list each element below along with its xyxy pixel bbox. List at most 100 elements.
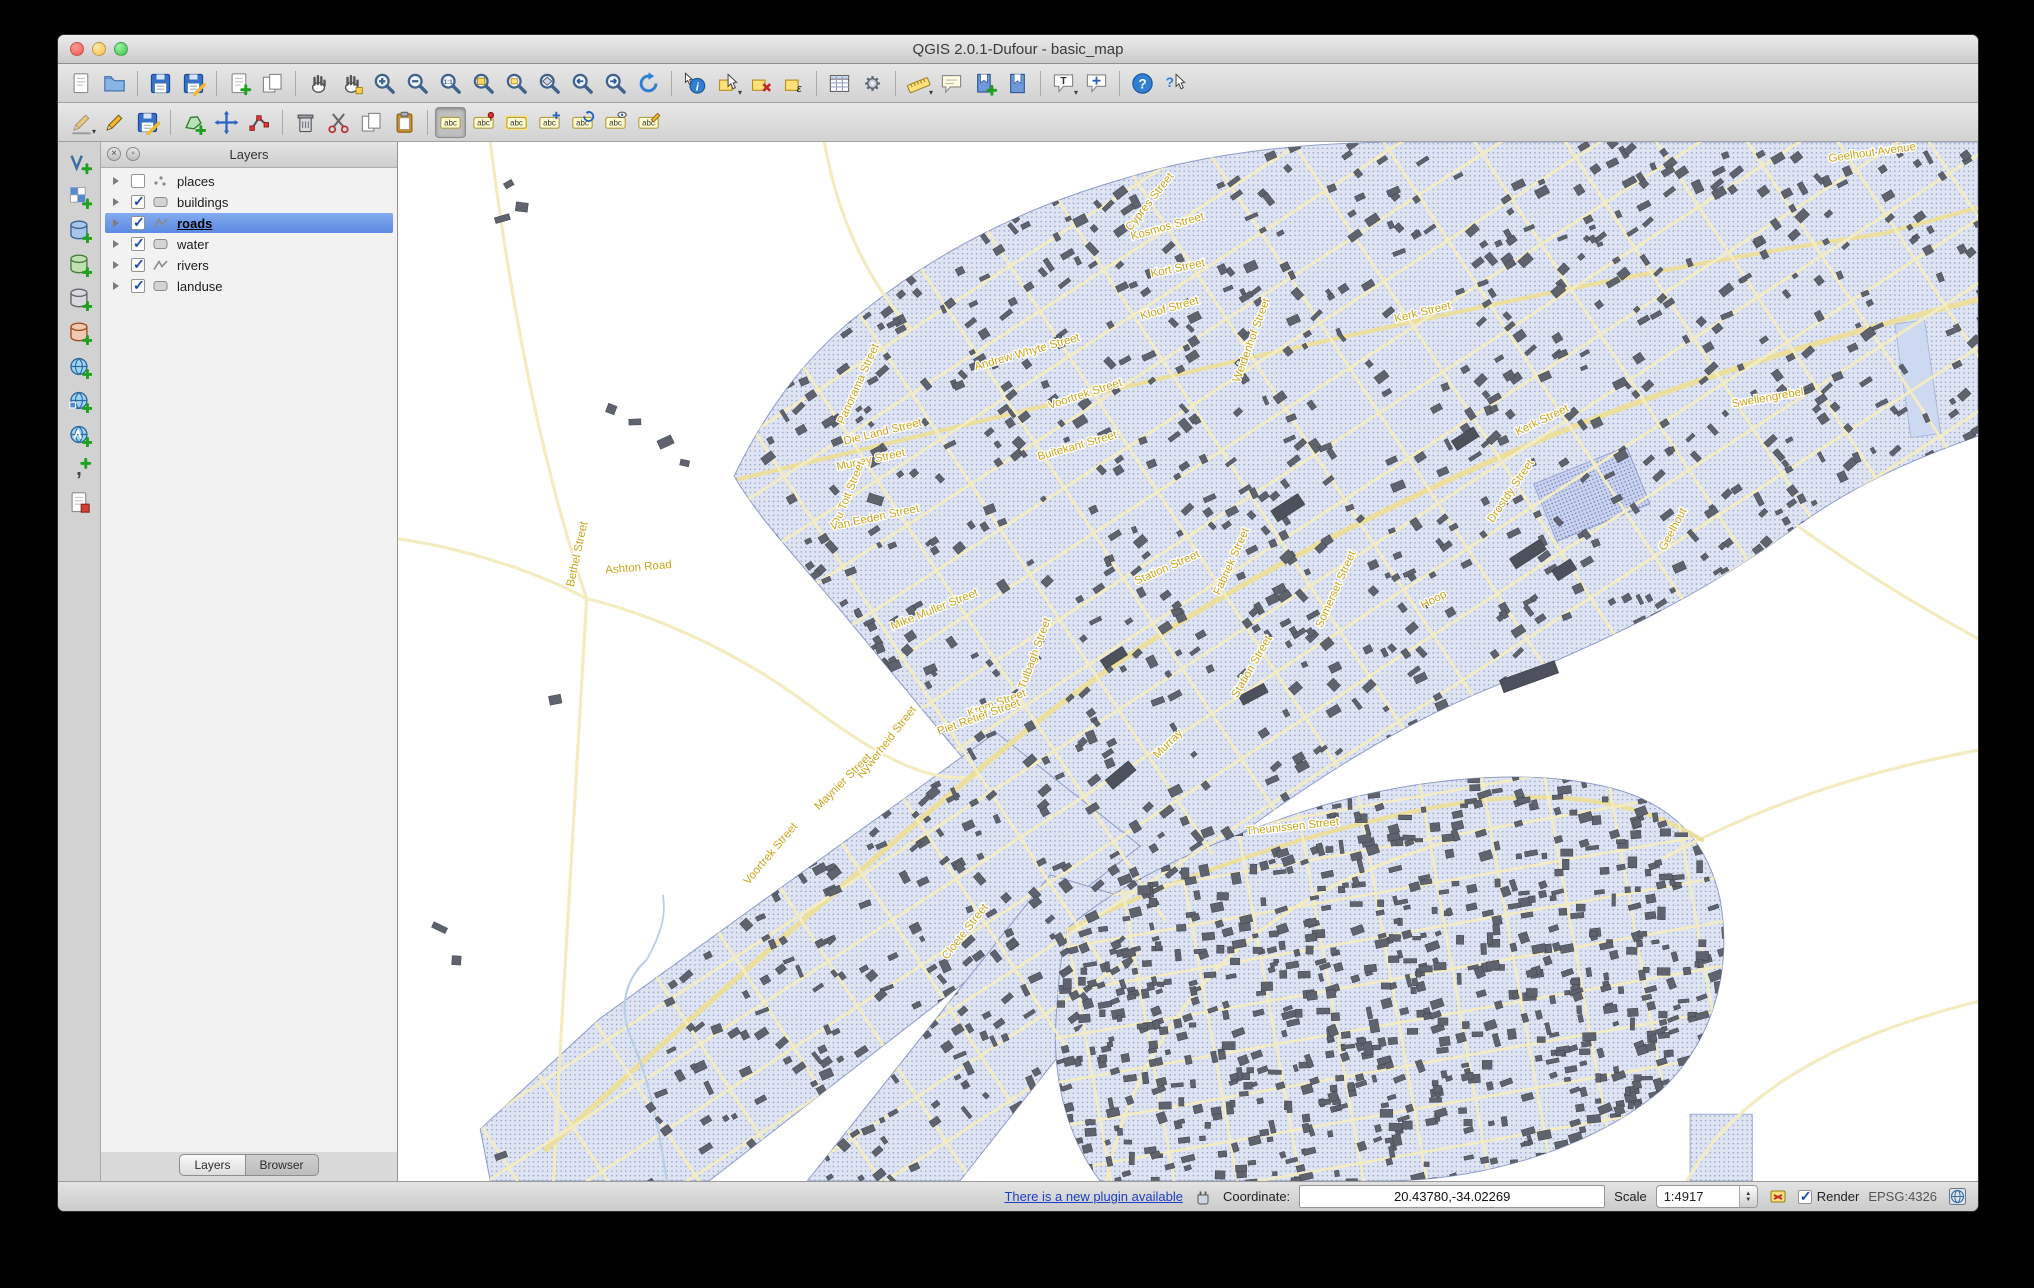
zoom-to-selection-button[interactable] [501,68,532,99]
desktop: { "window": { "title": "QGIS 2.0.1-Dufou… [0,0,2034,1288]
open-attribute-table-button[interactable] [824,68,855,99]
panel-close-button[interactable]: × [107,147,121,161]
save-project-button[interactable] [145,68,176,99]
new-shapefile-layer-button[interactable] [64,487,95,518]
map-canvas[interactable]: Geelhout AvenueCypres StreetKosmos Stree… [398,142,1978,1181]
identify-features-button[interactable]: i [679,68,710,99]
scale-combo[interactable]: 1:4917 ▲▼ [1656,1185,1758,1208]
pan-to-selection-button[interactable] [336,68,367,99]
select-features-button[interactable]: ▾ [712,68,743,99]
panel-float-button[interactable]: ◦ [126,147,140,161]
delete-selected-button[interactable] [290,107,321,138]
add-feature-button[interactable] [178,107,209,138]
deselect-features-button[interactable] [745,68,776,99]
change-label-button[interactable]: abc [633,107,664,138]
expand-arrow-icon[interactable] [113,177,125,185]
zoom-next-button[interactable] [600,68,631,99]
close-window-button[interactable] [70,42,84,56]
cut-features-button[interactable] [323,107,354,138]
new-plugin-link[interactable]: There is a new plugin available [1004,1189,1183,1204]
measure-button[interactable]: ▾ [903,68,934,99]
render-checkbox[interactable] [1798,1190,1812,1204]
refresh-map-button[interactable] [633,68,664,99]
layer-item-places[interactable]: places [105,171,393,191]
layer-visibility-checkbox[interactable] [131,258,145,272]
add-spatialite-layer-button[interactable] [64,249,95,280]
labeling-options-button[interactable]: abc [435,107,466,138]
minimize-window-button[interactable] [92,42,106,56]
pan-map-button[interactable] [303,68,334,99]
layer-type-icon [151,278,171,294]
move-annotation-button[interactable] [1081,68,1112,99]
titlebar[interactable]: QGIS 2.0.1-Dufour - basic_map [58,35,1978,64]
show-hide-labels-button[interactable]: abc [600,107,631,138]
zoom-in-button[interactable] [369,68,400,99]
highlight-pinned-labels-button[interactable]: abc [501,107,532,138]
layer-item-water[interactable]: water [105,234,393,254]
save-layer-edits-button[interactable] [132,107,163,138]
new-project-button[interactable] [66,68,97,99]
text-annotation-button[interactable]: T▾ [1048,68,1079,99]
move-label-button[interactable]: abc [534,107,565,138]
layer-item-landuse[interactable]: landuse [105,276,393,296]
zoom-window-button[interactable] [114,42,128,56]
layer-item-rivers[interactable]: rivers [105,255,393,275]
run-feature-action-button[interactable] [857,68,888,99]
expand-arrow-icon[interactable] [113,261,125,269]
select-by-expression-button[interactable]: ε [778,68,809,99]
show-bookmarks-button[interactable] [1002,68,1033,99]
message-log-icon[interactable] [1767,1186,1789,1208]
add-postgis-layer-button[interactable] [64,215,95,246]
new-print-composer-button[interactable] [224,68,255,99]
svg-text:?: ? [1166,74,1174,89]
layer-item-buildings[interactable]: buildings [105,192,393,212]
expand-arrow-icon[interactable] [113,219,125,227]
layer-visibility-checkbox[interactable] [131,279,145,293]
current-edits-button[interactable]: ▾ [66,107,97,138]
whats-this-button[interactable]: ? [1160,68,1191,99]
pin-unpin-labels-button[interactable]: abc [468,107,499,138]
add-delimited-text-layer-button[interactable]: , [64,453,95,484]
copy-features-button[interactable] [356,107,387,138]
open-project-button[interactable] [99,68,130,99]
layer-visibility-checkbox[interactable] [131,237,145,251]
zoom-to-layer-button[interactable] [534,68,565,99]
save-project-as-button[interactable] [178,68,209,99]
paste-features-button[interactable] [389,107,420,138]
zoom-last-button[interactable] [567,68,598,99]
rotate-label-button[interactable]: abc [567,107,598,138]
composer-manager-button[interactable] [257,68,288,99]
add-raster-layer-button[interactable] [64,181,95,212]
coordinate-input[interactable] [1299,1185,1605,1208]
scale-label: Scale [1614,1189,1647,1204]
zoom-out-button[interactable] [402,68,433,99]
add-wcs-layer-button[interactable] [64,385,95,416]
zoom-full-button[interactable] [468,68,499,99]
add-mssql-layer-button[interactable] [64,283,95,314]
expand-arrow-icon[interactable] [113,198,125,206]
add-oracle-layer-button[interactable] [64,317,95,348]
layer-visibility-checkbox[interactable] [131,216,145,230]
expand-arrow-icon[interactable] [113,282,125,290]
window-controls [70,42,128,56]
panel-tab-browser[interactable]: Browser [246,1154,319,1176]
toggle-editing-button[interactable] [99,107,130,138]
layer-visibility-checkbox[interactable] [131,195,145,209]
coordinate-label: Coordinate: [1223,1189,1290,1204]
layer-visibility-checkbox[interactable] [131,174,145,188]
move-feature-button[interactable] [211,107,242,138]
zoom-actual-button[interactable]: 1:1 [435,68,466,99]
panel-tab-layers[interactable]: Layers [179,1154,245,1176]
layer-item-roads[interactable]: roads [105,213,393,233]
node-tool-button[interactable] [244,107,275,138]
expand-arrow-icon[interactable] [113,240,125,248]
add-wms-layer-button[interactable] [64,351,95,382]
crs-status-icon[interactable] [1946,1186,1968,1208]
help-contents-button[interactable]: ? [1127,68,1158,99]
add-wfs-layer-button[interactable] [64,419,95,450]
add-vector-layer-button[interactable] [64,147,95,178]
scale-combo-arrows[interactable]: ▲▼ [1739,1186,1757,1207]
plugin-icon[interactable] [1192,1186,1214,1208]
new-bookmark-button[interactable] [969,68,1000,99]
map-tips-button[interactable] [936,68,967,99]
